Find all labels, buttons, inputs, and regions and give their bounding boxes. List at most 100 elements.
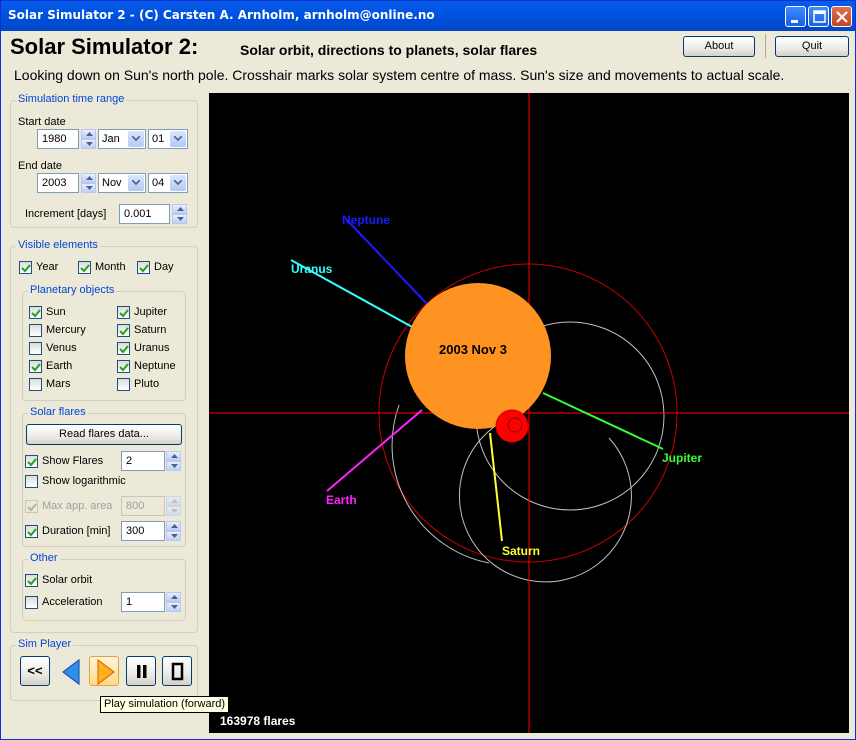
window-title: Solar Simulator 2 - (C) Carsten A. Arnho… <box>8 8 435 22</box>
solar-view[interactable]: 2003 Nov 3 Neptune Uranus Earth Saturn J… <box>209 93 849 733</box>
checkbox-box[interactable] <box>117 306 130 319</box>
start-month-select[interactable]: Jan <box>98 129 146 149</box>
maximize-icon <box>813 10 826 23</box>
header-divider <box>765 34 766 58</box>
checkbox-box[interactable] <box>25 525 38 538</box>
duration-spinner[interactable] <box>166 521 181 541</box>
dropdown-icon[interactable] <box>128 131 144 147</box>
stop-icon <box>171 662 184 681</box>
sim-player-title: Sim Player <box>16 638 74 650</box>
checkbox-box[interactable] <box>117 360 130 373</box>
close-button[interactable] <box>831 6 852 27</box>
about-button[interactable]: About <box>683 36 755 57</box>
spin-up-icon[interactable] <box>172 204 187 214</box>
end-day-select[interactable]: 04 <box>148 173 188 193</box>
planet-label: Mercury <box>46 324 86 336</box>
checkbox-box[interactable] <box>29 342 42 355</box>
show-flares-label: Show Flares <box>42 455 104 467</box>
increment-spinner[interactable] <box>172 204 187 224</box>
play-forward-button[interactable] <box>89 656 119 686</box>
spin-down-icon[interactable] <box>166 602 181 612</box>
solar-orbit-label: Solar orbit <box>42 574 93 586</box>
spin-up-icon[interactable] <box>166 592 181 602</box>
jupiter-label: Jupiter <box>662 451 702 465</box>
other-title: Other <box>28 552 60 564</box>
acceleration-spinner[interactable] <box>166 592 181 612</box>
spin-up-icon[interactable] <box>166 451 181 461</box>
start-year-spinner[interactable] <box>81 129 96 149</box>
end-year-field[interactable]: 2003 <box>37 173 79 193</box>
saturn-label: Saturn <box>502 544 540 558</box>
duration-label: Duration [min] <box>42 525 111 537</box>
checkbox-box[interactable] <box>29 306 42 319</box>
minimize-button[interactable] <box>785 6 806 27</box>
visible-elements-title: Visible elements <box>16 239 100 251</box>
planet-label: Mars <box>46 378 71 390</box>
pause-icon <box>137 665 147 678</box>
max-area-field: 800 <box>121 496 165 516</box>
checkbox-box[interactable] <box>117 378 130 391</box>
show-logarithmic-label: Show logarithmic <box>42 475 126 487</box>
rewind-icon: << <box>27 663 43 678</box>
solar-canvas[interactable]: 2003 Nov 3 Neptune Uranus Earth Saturn J… <box>209 93 849 733</box>
checkbox-box[interactable] <box>19 261 32 274</box>
spin-down-icon[interactable] <box>166 461 181 471</box>
time-range-title: Simulation time range <box>16 93 127 105</box>
pause-button[interactable] <box>126 656 156 686</box>
day-label: Day <box>154 261 174 273</box>
spin-up-icon <box>166 496 181 506</box>
title-bar[interactable]: Solar Simulator 2 - (C) Carsten A. Arnho… <box>1 1 855 31</box>
check-icon <box>139 264 149 273</box>
checkbox-box[interactable] <box>25 475 38 488</box>
spin-up-icon[interactable] <box>166 521 181 531</box>
duration-field[interactable]: 300 <box>121 521 165 541</box>
checkbox-box[interactable] <box>78 261 91 274</box>
increment-field[interactable]: 0.001 <box>119 204 170 224</box>
checkbox-box[interactable] <box>137 261 150 274</box>
spin-down-icon[interactable] <box>81 139 96 149</box>
spin-down-icon[interactable] <box>172 214 187 224</box>
sun-centre-marker <box>495 409 529 443</box>
start-day-select[interactable]: 01 <box>148 129 188 149</box>
start-year-field[interactable]: 1980 <box>37 129 79 149</box>
end-month-select[interactable]: Nov <box>98 173 146 193</box>
app-subtitle: Solar orbit, directions to planets, sola… <box>240 42 538 58</box>
checkbox-box[interactable] <box>25 574 38 587</box>
quit-button[interactable]: Quit <box>775 36 849 57</box>
show-flares-field[interactable]: 2 <box>121 451 165 471</box>
checkbox-box[interactable] <box>29 360 42 373</box>
show-flares-spinner[interactable] <box>166 451 181 471</box>
checkbox-box[interactable] <box>117 324 130 337</box>
dropdown-icon[interactable] <box>128 175 144 191</box>
checkbox-box[interactable] <box>117 342 130 355</box>
spin-down-icon[interactable] <box>166 531 181 541</box>
stop-button[interactable] <box>162 656 192 686</box>
close-icon <box>836 11 848 23</box>
checkbox-box[interactable] <box>25 455 38 468</box>
spin-up-icon[interactable] <box>81 173 96 183</box>
play-backward-button[interactable] <box>56 656 86 686</box>
rewind-button[interactable]: << <box>20 656 50 686</box>
main-window: Solar Simulator 2 - (C) Carsten A. Arnho… <box>0 0 856 740</box>
end-year-spinner[interactable] <box>81 173 96 193</box>
planet-label: Uranus <box>134 342 170 354</box>
flare-count: 163978 flares <box>220 714 296 728</box>
dropdown-icon[interactable] <box>170 175 186 191</box>
start-date-label: Start date <box>18 116 66 128</box>
check-icon <box>27 577 37 586</box>
maximize-button[interactable] <box>808 6 829 27</box>
acceleration-field[interactable]: 1 <box>121 592 165 612</box>
solar-orbit-path-small <box>458 417 632 583</box>
spin-down-icon[interactable] <box>81 183 96 193</box>
checkbox-box[interactable] <box>25 596 38 609</box>
check-icon <box>27 528 37 537</box>
planet-label: Sun <box>46 306 66 318</box>
checkbox-box[interactable] <box>29 378 42 391</box>
planet-label: Jupiter <box>134 306 168 318</box>
read-flares-button[interactable]: Read flares data... <box>26 424 182 445</box>
checkbox-box[interactable] <box>29 324 42 337</box>
spin-up-icon[interactable] <box>81 129 96 139</box>
check-icon <box>21 264 31 273</box>
dropdown-icon[interactable] <box>170 131 186 147</box>
planet-label: Earth <box>46 360 73 372</box>
